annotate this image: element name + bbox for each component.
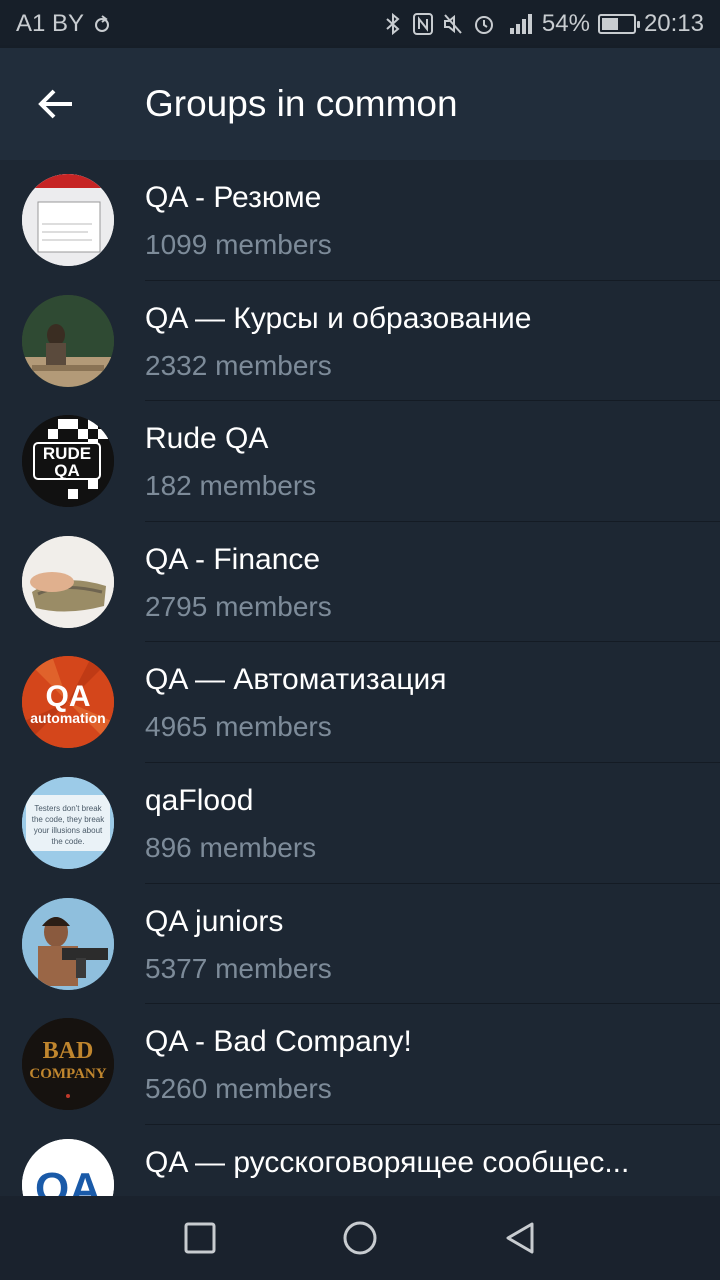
list-item[interactable]: QA QA — русскоговорящее сообщес... — [0, 1125, 720, 1196]
list-item-text: QA juniors 5377 members — [145, 902, 680, 989]
list-item[interactable]: QA - Finance 2795 members — [0, 522, 720, 643]
list-item[interactable]: RUDE QA Rude QA 182 members — [0, 401, 720, 522]
list-item[interactable]: QA — Курсы и образование 2332 members — [0, 281, 720, 402]
svg-text:your illusions about: your illusions about — [34, 826, 103, 835]
member-count: 2332 members — [145, 349, 332, 381]
group-avatar — [22, 535, 114, 628]
member-count: 896 members — [145, 831, 317, 863]
group-avatar: QA — [22, 1138, 114, 1196]
list-item-text: QA - Finance 2795 members — [145, 540, 680, 627]
groups-list[interactable]: QA - Резюме 1099 members QA — Курсы и об… — [0, 160, 720, 1196]
list-item-text: QA — русскоговорящее сообщес... — [145, 1143, 680, 1190]
group-avatar — [22, 897, 114, 990]
member-count: 2795 members — [145, 590, 332, 622]
list-item[interactable]: Testers don't break the code, they break… — [0, 763, 720, 884]
back-button[interactable] — [0, 48, 112, 160]
mute-icon — [442, 12, 464, 36]
group-name: QA - Finance — [145, 542, 321, 576]
list-item[interactable]: QA juniors 5377 members — [0, 884, 720, 1005]
arrow-left-icon — [38, 89, 72, 119]
svg-text:the code, they break: the code, they break — [32, 815, 105, 824]
nav-back-button[interactable] — [495, 1213, 545, 1263]
member-count: 5260 members — [145, 1073, 332, 1105]
svg-text:BAD: BAD — [43, 1038, 94, 1064]
group-name: QA — Курсы и образование — [145, 301, 532, 335]
svg-text:COMPANY: COMPANY — [29, 1066, 106, 1082]
signal-icon — [504, 12, 534, 36]
home-icon — [343, 1221, 377, 1255]
group-avatar: Testers don't break the code, they break… — [22, 776, 114, 869]
group-name: QA juniors — [145, 904, 284, 938]
list-item-text: Rude QA 182 members — [145, 419, 680, 506]
group-avatar — [22, 174, 114, 266]
sync-icon — [92, 14, 112, 34]
battery-icon — [597, 14, 640, 34]
member-count: 182 members — [145, 470, 317, 502]
battery-percent: 54% — [541, 10, 590, 37]
member-count: 1099 members — [145, 229, 332, 260]
svg-text:QA: QA — [35, 1164, 101, 1196]
group-avatar: QA automation — [22, 656, 114, 749]
battery-fill — [601, 18, 619, 30]
status-bar: A1 BY 54% 20:13 — [0, 0, 720, 48]
list-item-text: QA - Резюме 1099 members — [145, 178, 680, 265]
list-item-text: qaFlood 896 members — [145, 781, 680, 868]
group-name: QA — русскоговорящее сообщес... — [145, 1145, 630, 1179]
status-left: A1 BY — [16, 10, 112, 38]
list-item-text: QA — Автоматизация 4965 members — [145, 660, 680, 747]
group-name: QA - Bad Company! — [145, 1025, 412, 1059]
back-icon — [506, 1222, 534, 1254]
svg-text:automation: automation — [30, 710, 105, 726]
page-title: Groups in common — [145, 83, 458, 124]
system-nav-bar — [0, 1196, 720, 1280]
svg-text:QA: QA — [46, 680, 91, 713]
group-avatar: RUDE QA — [22, 415, 114, 508]
member-count: 5377 members — [145, 952, 332, 984]
recent-apps-button[interactable] — [175, 1213, 225, 1263]
group-name: QA - Резюме — [145, 181, 322, 214]
nfc-icon — [412, 12, 434, 36]
group-avatar: BAD COMPANY — [22, 1018, 114, 1111]
group-name: Rude QA — [145, 422, 269, 456]
list-item[interactable]: QA automation QA — Автоматизация 4965 me… — [0, 642, 720, 763]
group-avatar — [22, 294, 114, 387]
list-item[interactable]: BAD COMPANY QA - Bad Company! 5260 membe… — [0, 1004, 720, 1125]
home-button[interactable] — [335, 1213, 385, 1263]
app-bar: Groups in common — [0, 48, 720, 160]
status-right: 54% 20:13 — [382, 10, 704, 38]
list-item-text: QA - Bad Company! 5260 members — [145, 1022, 680, 1109]
alarm-icon — [472, 12, 496, 36]
carrier-label: A1 BY — [16, 10, 85, 37]
group-name: QA — Автоматизация — [145, 663, 447, 697]
svg-text:QA: QA — [54, 461, 80, 480]
list-item-text: QA — Курсы и образование 2332 members — [145, 299, 680, 386]
svg-text:Testers don't break: Testers don't break — [34, 804, 102, 813]
list-item[interactable]: QA - Резюме 1099 members — [0, 160, 720, 281]
group-name: qaFlood — [145, 783, 254, 817]
clock: 20:13 — [643, 10, 704, 37]
bluetooth-icon — [382, 12, 404, 36]
member-count: 4965 members — [145, 711, 332, 743]
recent-apps-icon — [184, 1222, 216, 1254]
svg-text:the code.: the code. — [52, 837, 85, 846]
